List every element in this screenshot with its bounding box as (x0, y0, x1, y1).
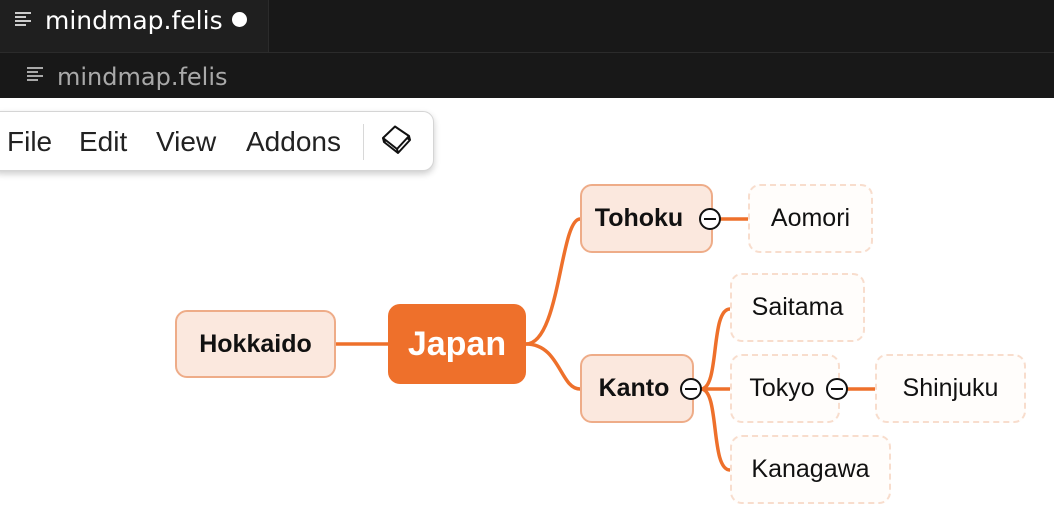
node-tohoku[interactable]: Tohoku (580, 184, 713, 253)
node-tokyo[interactable]: Tokyo (730, 354, 840, 423)
collapse-toggle-icon[interactable] (680, 378, 702, 400)
node-shinjuku[interactable]: Shinjuku (875, 354, 1026, 423)
edge-kanto-saitama (699, 307, 732, 391)
mindmap-connectors (334, 217, 877, 472)
node-hokkaido[interactable]: Hokkaido (175, 310, 336, 378)
node-saitama[interactable]: Saitama (730, 273, 865, 342)
node-kanagawa[interactable]: Kanagawa (730, 435, 891, 504)
collapse-toggle-icon[interactable] (826, 378, 848, 400)
node-kanto[interactable]: Kanto (580, 354, 694, 423)
collapse-toggle-icon[interactable] (699, 208, 721, 230)
edge-japan-tohoku (524, 217, 582, 346)
edge-kanto-kanagawa (699, 387, 732, 472)
node-aomori[interactable]: Aomori (748, 184, 873, 253)
edge-japan-kanto (524, 342, 582, 391)
node-root[interactable]: Japan (388, 304, 526, 384)
